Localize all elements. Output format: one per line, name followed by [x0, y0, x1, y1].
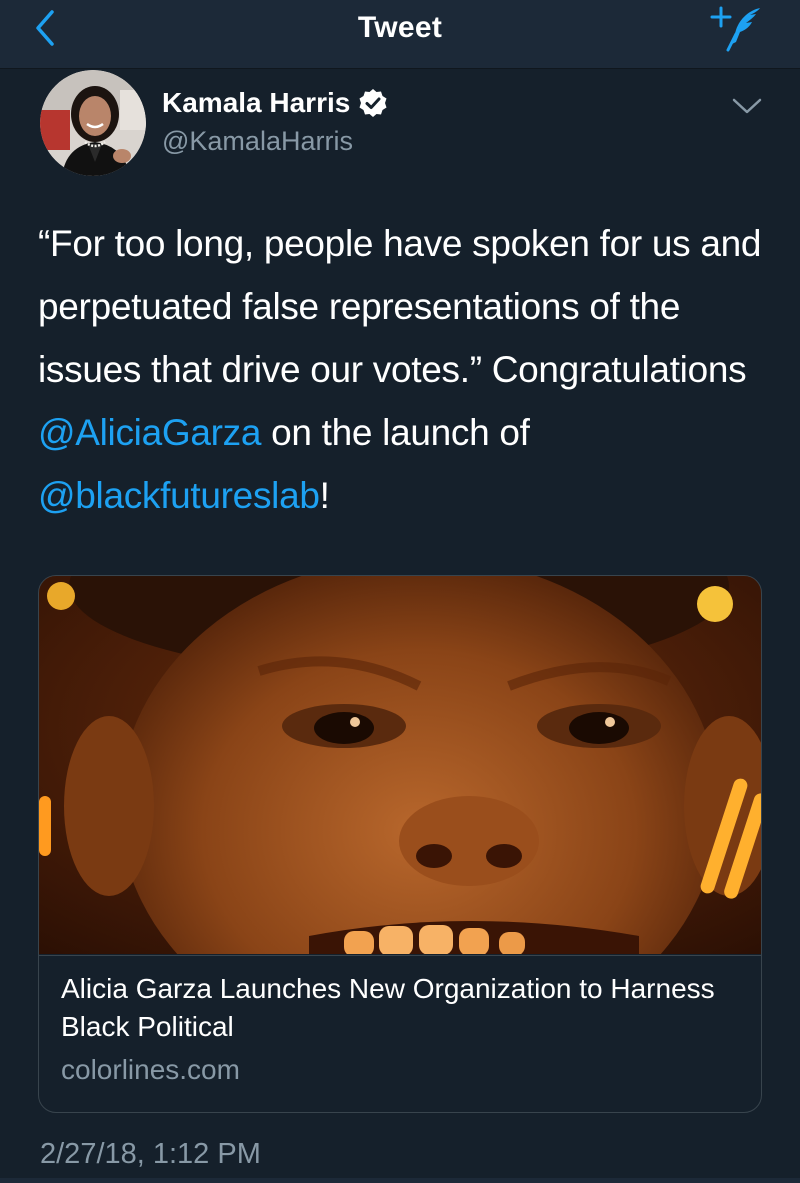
tweet-text-segment: on the launch of	[261, 412, 530, 453]
chevron-down-icon	[732, 98, 762, 114]
tweet-text-segment: “For too long, people have spoken for us…	[38, 223, 762, 390]
tweet-options-button[interactable]	[730, 94, 764, 118]
author-handle[interactable]: @KamalaHarris	[162, 124, 353, 158]
mention-link-aliciagarza[interactable]: @AliciaGarza	[38, 412, 261, 453]
compose-tweet-button[interactable]	[710, 4, 766, 52]
display-name[interactable]: Kamala Harris	[162, 86, 350, 120]
tweet-text: “For too long, people have spoken for us…	[38, 212, 773, 527]
link-preview-card[interactable]: Alicia Garza Launches New Organization t…	[38, 575, 762, 1113]
tweet-text-segment: !	[319, 475, 330, 516]
card-title: Alicia Garza Launches New Organization t…	[61, 973, 715, 1042]
tweet-detail-screen: Tweet Kamala Harris @KamalaHarris “For t…	[0, 0, 800, 1183]
card-domain: colorlines.com	[61, 1054, 240, 1085]
tweet-timestamp: 2/27/18, 1:12 PM	[40, 1138, 261, 1170]
page-title: Tweet	[357, 11, 443, 44]
card-body: Alicia Garza Launches New Organization t…	[39, 955, 761, 1112]
compose-tweet-icon	[710, 6, 760, 52]
profile-photo	[40, 70, 146, 176]
mention-link-blackfutureslab[interactable]: @blackfutureslab	[38, 475, 320, 516]
verified-badge-icon	[359, 89, 387, 117]
navigation-bar: Tweet	[0, 0, 800, 69]
author-name-row: Kamala Harris	[162, 86, 388, 120]
divider	[0, 1178, 800, 1183]
tweet-author-header: Kamala Harris @KamalaHarris	[40, 70, 762, 180]
card-image	[39, 576, 761, 954]
avatar[interactable]	[40, 70, 146, 176]
child-smiling-photo	[39, 576, 761, 954]
